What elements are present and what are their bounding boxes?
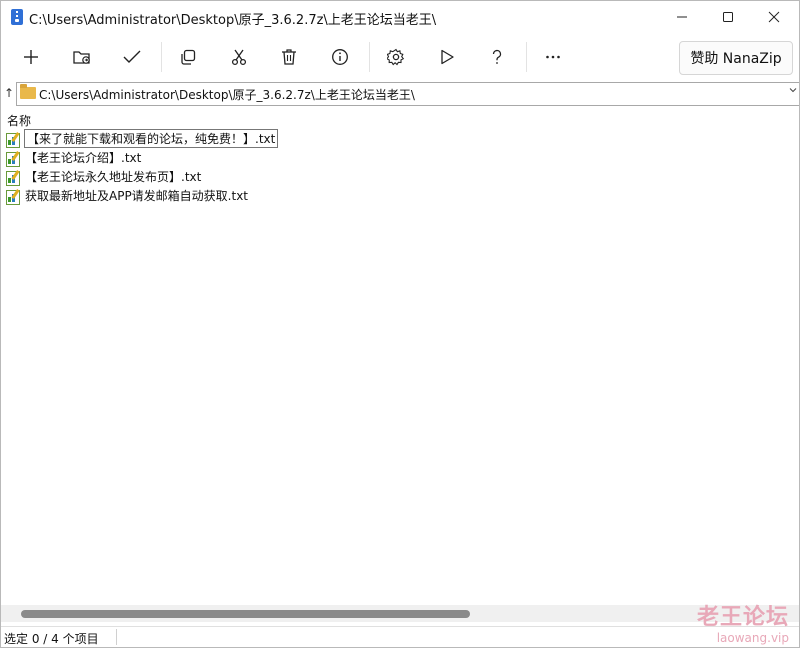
delete-icon [282,49,296,65]
benchmark-play-icon [441,49,454,65]
file-name: 【老王论坛永久地址发布页】.txt [25,170,202,184]
toolbar-separator [161,42,162,72]
watermark-url: laowang.vip [716,631,789,645]
maximize-icon [723,12,733,22]
file-name: 【老王论坛介绍】.txt [25,151,142,165]
more-button[interactable] [535,39,571,75]
toolbar-separator [369,42,370,72]
status-text: 选定 0 / 4 个项目 [4,632,99,646]
close-button[interactable] [751,1,797,33]
address-bar[interactable]: C:\Users\Administrator\Desktop\原子_3.6.2.… [16,82,799,106]
test-button[interactable] [114,39,150,75]
watermark: 老王论坛 laowang.vip [697,599,789,645]
nanazip-archive-icon [11,9,23,25]
toolbar-separator [526,42,527,72]
sponsor-button[interactable]: 赞助 NanaZip [679,41,793,75]
minimize-button[interactable] [659,1,705,33]
minimize-icon [677,16,687,18]
settings-gear-icon [387,48,405,66]
settings-button[interactable] [378,39,414,75]
scrollbar-thumb[interactable] [21,610,470,618]
maximize-button[interactable] [705,1,751,33]
benchmark-button[interactable] [429,39,465,75]
file-name: 获取最新地址及APP请发邮箱自动获取.txt [25,189,249,203]
file-name: 【来了就能下载和观看的论坛，纯免费！】.txt [24,129,279,148]
watermark-text: 老王论坛 [696,605,789,630]
title-bar[interactable]: C:\Users\Administrator\Desktop\原子_3.6.2.… [1,1,799,33]
text-file-icon [5,131,21,148]
extract-button[interactable] [64,39,100,75]
info-icon [332,49,348,65]
add-button[interactable] [13,39,49,75]
window-title: C:\Users\Administrator\Desktop\原子_3.6.2.… [29,13,437,28]
more-icon [546,55,560,59]
address-path[interactable]: C:\Users\Administrator\Desktop\原子_3.6.2.… [39,86,415,103]
file-row[interactable]: 【老王论坛永久地址发布页】.txt [5,167,202,186]
folder-icon [20,84,36,99]
nanazip-window: C:\Users\Administrator\Desktop\原子_3.6.2.… [0,0,800,648]
file-row[interactable]: 【老王论坛介绍】.txt [5,148,142,167]
column-header-name[interactable]: 名称 [7,112,31,129]
help-icon [492,49,502,64]
text-file-icon [5,150,21,167]
move-button[interactable] [221,39,257,75]
add-icon [24,50,38,64]
copy-icon [181,49,196,65]
close-icon [768,11,780,23]
file-row[interactable]: 【来了就能下载和观看的论坛，纯免费！】.txt [5,129,279,148]
text-file-icon [5,169,21,186]
help-button[interactable] [479,39,515,75]
up-folder-button[interactable]: ↑ [3,85,15,101]
status-bar: 选定 0 / 4 个项目 [1,626,799,647]
status-divider [116,629,117,645]
cut-move-icon [231,49,247,66]
file-row[interactable]: 获取最新地址及APP请发邮箱自动获取.txt [5,186,249,205]
delete-button[interactable] [271,39,307,75]
toolbar: 赞助 NanaZip [1,34,799,80]
copy-button[interactable] [170,39,206,75]
text-file-icon [5,188,21,205]
extract-folder-icon [73,51,90,64]
chevron-down-icon[interactable] [789,86,797,97]
horizontal-scrollbar[interactable] [1,605,799,622]
info-button[interactable] [322,39,358,75]
test-check-icon [123,50,141,63]
